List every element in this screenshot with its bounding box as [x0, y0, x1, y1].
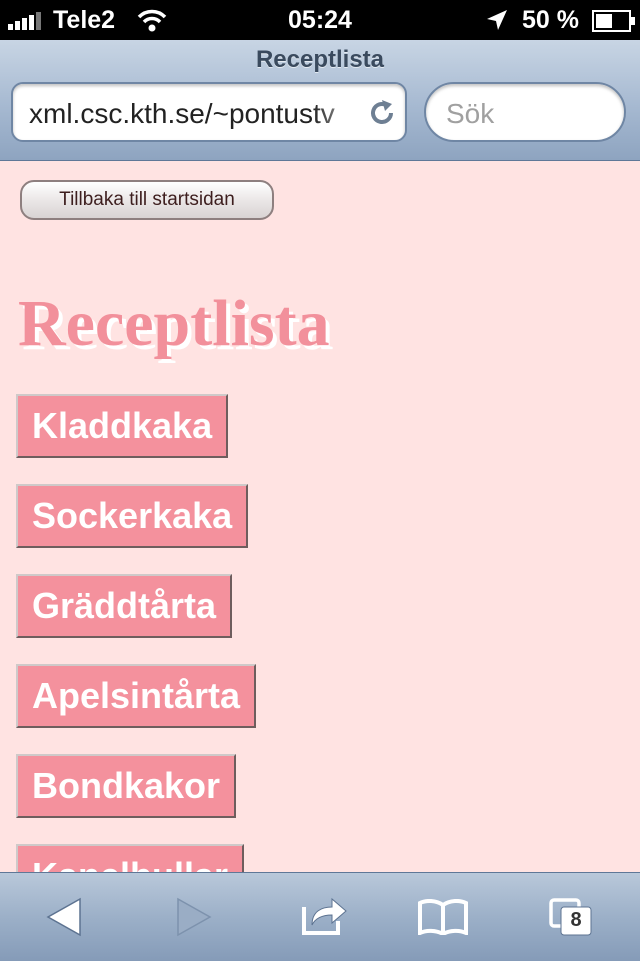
recipe-link-kladdkaka[interactable]: Kladdkaka [16, 394, 229, 458]
recipe-link-graddtarta[interactable]: Gräddtårta [16, 574, 233, 638]
search-placeholder: Sök [446, 98, 495, 129]
forward-arrow-icon[interactable] [176, 897, 212, 937]
battery-percent: 50 % [522, 6, 579, 34]
recipe-link-sockerkaka[interactable]: Sockerkaka [16, 484, 249, 548]
url-text: xml.csc.kth.se/~pontustv [29, 98, 335, 129]
recipe-link-apelsintarta[interactable]: Apelsintårta [16, 664, 257, 728]
location-arrow-icon [487, 10, 507, 30]
browser-header: Receptlista xml.csc.kth.se/~pontustv Sök [0, 40, 640, 161]
page-title: Receptlista [255, 46, 385, 73]
tabs-button[interactable]: 8 [548, 897, 594, 937]
tab-count: 8 [570, 909, 582, 931]
status-bar: Tele2 05:24 50 % [0, 0, 640, 40]
address-bar[interactable]: xml.csc.kth.se/~pontustv [11, 82, 407, 142]
share-icon[interactable] [300, 893, 350, 937]
search-input[interactable]: Sök [424, 82, 626, 142]
reload-icon[interactable] [367, 98, 397, 128]
recipe-link-bondkakor[interactable]: Bondkakor [16, 754, 237, 818]
bookmarks-icon[interactable] [418, 899, 468, 935]
battery-icon [592, 10, 635, 32]
back-arrow-icon[interactable] [46, 897, 82, 937]
back-to-start-button[interactable]: Tillbaka till startsidan [20, 180, 274, 220]
page-heading: Receptlista [18, 287, 330, 360]
url-fade [313, 90, 373, 134]
browser-toolbar: 8 [0, 872, 640, 961]
